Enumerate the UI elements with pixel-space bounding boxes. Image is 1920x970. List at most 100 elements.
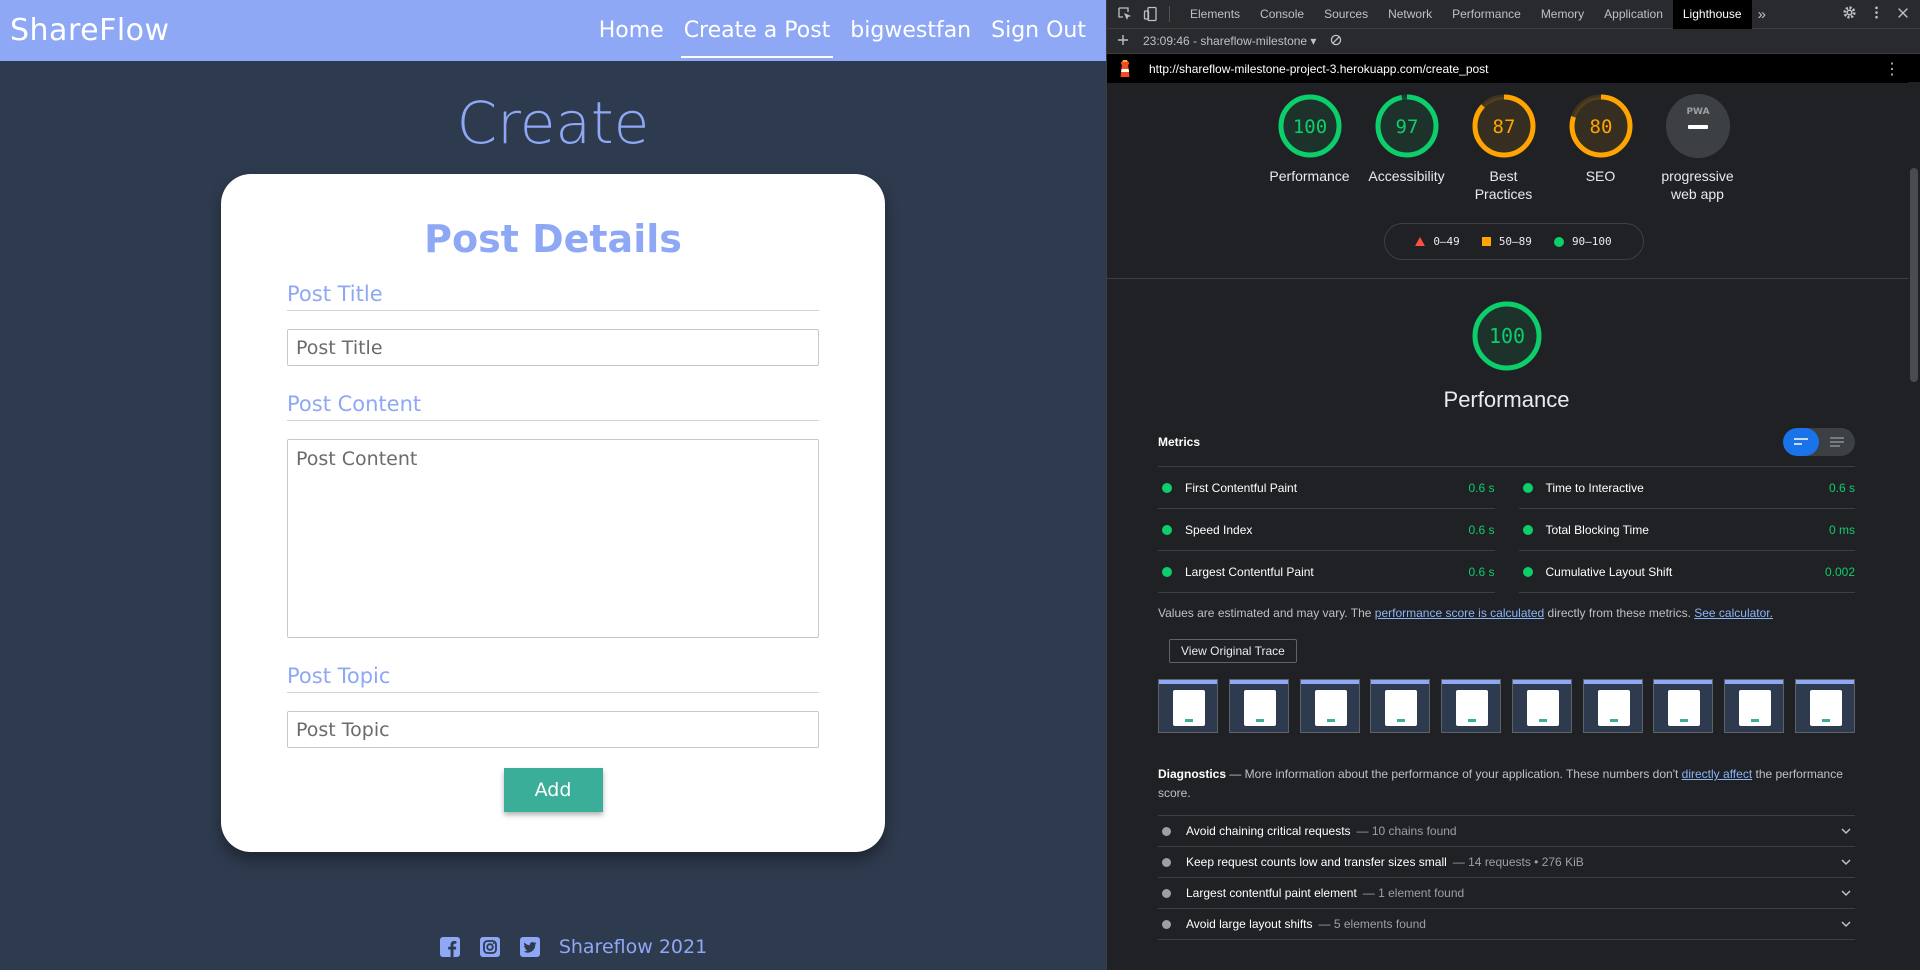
customize-menu-icon[interactable]: [1869, 5, 1884, 23]
lighthouse-logo-icon: [1117, 59, 1133, 78]
tab-network[interactable]: Network: [1378, 0, 1442, 29]
audit-title: Avoid chaining critical requests: [1186, 824, 1351, 838]
nav-sign-out[interactable]: Sign Out: [981, 0, 1096, 61]
tab-application[interactable]: Application: [1594, 0, 1673, 29]
legend-fail-range: 0–49: [1433, 235, 1460, 248]
close-devtools-icon[interactable]: [1896, 6, 1910, 23]
tab-sources[interactable]: Sources: [1314, 0, 1378, 29]
filmstrip-frame: [1582, 679, 1643, 733]
performance-big-gauge: 100 Performance: [1158, 299, 1855, 413]
post-topic-input[interactable]: [287, 711, 819, 748]
metric-speed-index: Speed Index 0.6 s: [1158, 509, 1495, 551]
audit-lcp-element[interactable]: Largest contentful paint element — 1 elem…: [1158, 878, 1855, 909]
gauge-seo-label: SEO: [1585, 168, 1616, 184]
filmstrip-frame: [1370, 679, 1431, 733]
tab-elements[interactable]: Elements: [1180, 0, 1250, 29]
pass-circle-icon: [1162, 566, 1172, 577]
tab-memory[interactable]: Memory: [1531, 0, 1594, 29]
metrics-grid: First Contentful Paint 0.6 s Time to Inte…: [1158, 466, 1855, 593]
pass-circle-icon: [1522, 566, 1533, 577]
report-menu-icon[interactable]: ⋮: [1884, 59, 1900, 79]
chevron-down-icon[interactable]: [1841, 826, 1851, 836]
pwa-badge-icon: PWA: [1665, 94, 1730, 158]
more-tabs-icon[interactable]: »: [1752, 6, 1772, 23]
performance-title: Performance: [1443, 387, 1570, 412]
metric-largest-contentful-paint: Largest Contentful Paint 0.6 s: [1158, 551, 1495, 593]
directly-affect-link[interactable]: directly affect: [1682, 767, 1752, 781]
gauge-accessibility-score: 97: [1395, 116, 1418, 138]
scrollbar-thumb[interactable]: [1910, 168, 1918, 382]
filmstrip-frame: [1724, 679, 1785, 733]
gauge-pwa-label: progressive web app: [1661, 168, 1734, 202]
legend-fail: 0–49: [1415, 235, 1460, 248]
audit-critical-request-chains[interactable]: Avoid chaining critical requests — 10 cha…: [1158, 816, 1855, 847]
report-select[interactable]: 23:09:46 - shareflow-milestone ▾: [1143, 34, 1316, 48]
device-toolbar-icon[interactable]: [1143, 6, 1159, 22]
toolbar-separator: [1169, 6, 1170, 22]
audit-summary: — 5 elements found: [1318, 917, 1426, 931]
metric-cumulative-layout-shift: Cumulative Layout Shift 0.002: [1518, 551, 1855, 593]
facebook-icon[interactable]: [439, 936, 461, 958]
gauge-best-practices[interactable]: 87 Best Practices: [1466, 92, 1541, 203]
audit-resource-summary[interactable]: Keep request counts low and transfer siz…: [1158, 847, 1855, 878]
circle-icon: [1553, 236, 1564, 247]
post-title-label: Post Title: [287, 282, 819, 311]
expanded-view-icon[interactable]: [1819, 428, 1855, 456]
tab-console[interactable]: Console: [1250, 0, 1314, 29]
see-calculator-link[interactable]: See calculator.: [1694, 606, 1773, 620]
new-report-icon[interactable]: [1117, 34, 1129, 49]
report-url[interactable]: http://shareflow-milestone-project-3.her…: [1149, 62, 1489, 76]
metrics-view-toggle[interactable]: [1783, 428, 1855, 456]
compact-view-icon[interactable]: [1783, 428, 1819, 456]
chevron-down-icon[interactable]: [1841, 919, 1851, 929]
metrics-title: Metrics: [1158, 435, 1201, 449]
settings-icon[interactable]: [1842, 5, 1857, 23]
gauge-pwa[interactable]: PWA progressive web app: [1660, 92, 1735, 203]
nav-links: Home Create a Post bigwestfan Sign Out: [589, 0, 1096, 61]
metric-value: 0.6 s: [1468, 564, 1495, 579]
chevron-down-icon[interactable]: [1841, 888, 1851, 898]
nav-profile[interactable]: bigwestfan: [840, 0, 981, 61]
gauge-accessibility[interactable]: 97 Accessibility: [1368, 92, 1445, 203]
report-scrollbar[interactable]: [1908, 82, 1920, 970]
score-calculated-link[interactable]: performance score is calculated: [1375, 606, 1544, 620]
twitter-icon[interactable]: [519, 936, 541, 958]
tab-performance[interactable]: Performance: [1442, 0, 1531, 29]
tab-lighthouse[interactable]: Lighthouse: [1672, 0, 1752, 29]
post-content-label: Post Content: [287, 392, 819, 421]
gauge-performance[interactable]: 100 Performance: [1269, 92, 1350, 203]
filmstrip-frame: [1653, 679, 1714, 733]
post-content-input[interactable]: [287, 439, 819, 638]
triangle-icon: [1415, 237, 1426, 246]
filmstrip: [1158, 679, 1855, 733]
chevron-down-icon[interactable]: [1841, 857, 1851, 867]
metrics-note: Values are estimated and may vary. The p…: [1158, 605, 1855, 621]
diagnostics-list: Avoid chaining critical requests — 10 cha…: [1158, 815, 1855, 940]
filmstrip-frame: [1441, 679, 1502, 733]
audit-layout-shift-elements[interactable]: Avoid large layout shifts — 5 elements fo…: [1158, 909, 1855, 940]
post-title-input[interactable]: [287, 329, 819, 366]
metric-time-to-interactive: Time to Interactive 0.6 s: [1518, 467, 1855, 509]
brand-logo[interactable]: ShareFlow: [10, 13, 170, 48]
post-topic-label: Post Topic: [287, 664, 819, 693]
metric-name: Speed Index: [1185, 522, 1253, 537]
gauge-seo[interactable]: 80 SEO: [1563, 92, 1638, 203]
footer-copyright: Shareflow 2021: [558, 936, 708, 958]
nav-create-post[interactable]: Create a Post: [674, 0, 841, 61]
inspect-element-icon[interactable]: [1117, 6, 1133, 22]
metric-value: 0 ms: [1828, 522, 1855, 537]
instagram-icon[interactable]: [479, 936, 501, 958]
view-original-trace-button[interactable]: View Original Trace: [1169, 639, 1297, 663]
score-legend: 0–49 50–89 90–100: [1383, 223, 1644, 260]
metric-value: 0.6 s: [1468, 522, 1495, 537]
pwa-badge-text: PWA: [1686, 107, 1709, 117]
gauge-best-practices-label: Best Practices: [1474, 168, 1533, 202]
note-text-1: Values are estimated and may vary. The: [1158, 606, 1375, 620]
gauge-seo-score: 80: [1589, 116, 1612, 138]
add-post-button[interactable]: Add: [503, 768, 603, 812]
form-title: Post Details: [424, 217, 682, 261]
clear-reports-icon[interactable]: [1330, 34, 1342, 49]
nav-home[interactable]: Home: [589, 0, 674, 61]
filmstrip-frame: [1228, 679, 1289, 733]
section-divider: [1107, 278, 1920, 279]
